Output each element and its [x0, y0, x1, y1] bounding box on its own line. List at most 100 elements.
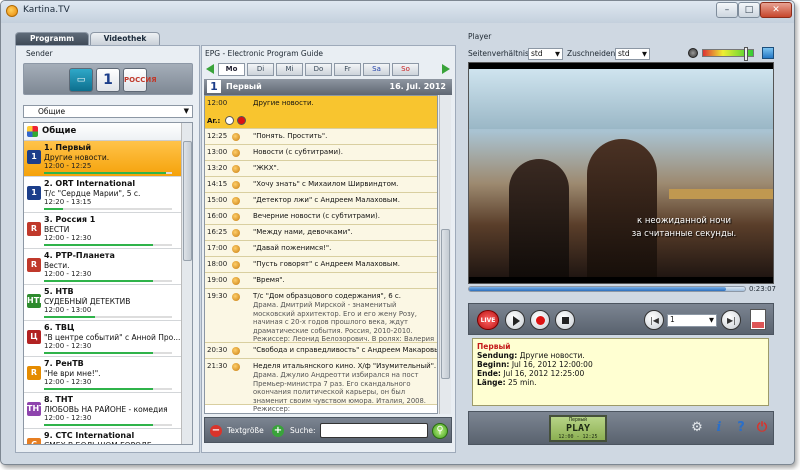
- channel-scrollbar[interactable]: [181, 123, 192, 444]
- live-button[interactable]: LIVE: [477, 310, 499, 330]
- archive-icon[interactable]: [232, 293, 240, 301]
- record-button[interactable]: [530, 310, 550, 330]
- epg-entry[interactable]: 19:30 Т/с "Дом образцового содержания", 6…: [205, 289, 437, 352]
- epg-entry[interactable]: 20:30 "Свобода и справедливость" с Андрее…: [205, 343, 437, 359]
- channel-scroll-thumb[interactable]: [183, 141, 192, 261]
- archive-icon[interactable]: [232, 229, 240, 237]
- archive-icon[interactable]: [232, 197, 240, 205]
- crop-select[interactable]: std ▼: [615, 48, 650, 60]
- channel-item[interactable]: 1 2. ORT International Т/с "Сердце Марии",…: [24, 177, 192, 213]
- seek-bar[interactable]: [468, 286, 746, 292]
- epg-info-icon[interactable]: [750, 309, 766, 330]
- channel-item[interactable]: R 3. Россия 1 ВЕСТИ 12:00 - 12:30: [24, 213, 192, 249]
- aspect-select[interactable]: std ▼: [528, 48, 563, 60]
- video-player[interactable]: к неожиданной ночи за считанные секунды.: [468, 62, 774, 284]
- epg-entry-time: 21:30: [207, 362, 228, 370]
- fullscreen-icon[interactable]: [762, 47, 774, 59]
- previous-button[interactable]: |◀: [644, 310, 664, 330]
- archive-icon[interactable]: [232, 245, 240, 253]
- channel-number-select[interactable]: 1 ▼: [667, 314, 717, 327]
- channel-item[interactable]: R 4. РТР-Планета Вести. 12:00 - 12:30: [24, 249, 192, 285]
- channel-show-time: 12:00 - 12:30: [44, 270, 92, 278]
- channel-logo-icon: R: [27, 258, 41, 272]
- epg-entry-title: "Давай поженимся!".: [253, 244, 332, 252]
- archive-icon[interactable]: [232, 213, 240, 221]
- volume-slider[interactable]: [702, 47, 754, 61]
- gear-icon[interactable]: ⚙: [688, 419, 706, 437]
- tab-videothek[interactable]: Videothek: [90, 32, 160, 45]
- search-icon[interactable]: ⚲: [432, 423, 448, 439]
- day-tab[interactable]: Mi: [276, 63, 303, 76]
- play-icon[interactable]: [225, 116, 234, 125]
- help-icon[interactable]: ?: [732, 419, 750, 437]
- epg-entry[interactable]: 21:30 Неделя итальянского кино. Х/ф "Изум…: [205, 359, 437, 413]
- tab-programm[interactable]: Programm: [15, 32, 89, 45]
- day-tab[interactable]: Di: [247, 63, 274, 76]
- play-button[interactable]: [505, 310, 525, 330]
- epg-entry-time: 12:25: [207, 132, 228, 140]
- archive-icon[interactable]: [232, 363, 240, 371]
- epg-entry[interactable]: 16:00 Вечерние новости (с субтитрами).: [205, 209, 437, 225]
- epg-entry[interactable]: 18:00 "Пусть говорят" с Андреем Малаховым…: [205, 257, 437, 273]
- textsize-decrease-icon[interactable]: −: [210, 425, 222, 437]
- channel-current-show: "В центре событий" с Анной Про...: [44, 333, 180, 342]
- stop-button[interactable]: [555, 310, 575, 330]
- lcd-display: Первый PLAY 12:00 - 12:25: [549, 415, 607, 442]
- tv-channels-icon[interactable]: ▭: [69, 68, 93, 92]
- epg-entry-time: 15:00: [207, 196, 228, 204]
- volume-slider-knob[interactable]: [743, 47, 748, 61]
- channel-item[interactable]: 1 1. Первый Другие новости. 12:00 - 12:25: [24, 141, 192, 177]
- stop-icon: [562, 317, 569, 324]
- archive-icon[interactable]: [232, 261, 240, 269]
- epg-entry[interactable]: 19:00 "Время".: [205, 273, 437, 289]
- epg-entry[interactable]: 12:00 Ar.: Другие новости.: [205, 96, 437, 129]
- minimize-button[interactable]: –: [716, 2, 738, 18]
- next-button[interactable]: ▶|: [721, 310, 741, 330]
- day-tab[interactable]: Do: [305, 63, 332, 76]
- info-icon[interactable]: i: [710, 419, 728, 437]
- next-day-icon[interactable]: [442, 64, 450, 74]
- archive-icon[interactable]: [232, 165, 240, 173]
- channel-item[interactable]: НТВ 5. НТВ СУДЕБНЫЙ ДЕТЕКТИВ 12:00 - 13:00: [24, 285, 192, 321]
- textsize-increase-icon[interactable]: +: [272, 425, 284, 437]
- epg-entry[interactable]: 15:00 "Детектор лжи" с Андреем Малаховым.: [205, 193, 437, 209]
- archive-icon[interactable]: [232, 277, 240, 285]
- epg-entry[interactable]: 13:00 Новости (с субтитрами).: [205, 145, 437, 161]
- archive-icon[interactable]: [232, 347, 240, 355]
- close-button[interactable]: ✕: [760, 2, 792, 18]
- channel-item[interactable]: R 7. РенТВ "Не ври мне!". 12:00 - 12:30: [24, 357, 192, 393]
- epg-entry[interactable]: 12:25 "Понять. Простить".: [205, 129, 437, 145]
- channel-item[interactable]: C9. CTC InternationalСМЕХ В БОЛЬШОМ ГОРО…: [24, 429, 192, 444]
- group-select[interactable]: Общие ▼: [23, 105, 193, 118]
- archive-icon[interactable]: [232, 149, 240, 157]
- day-tab[interactable]: Mo: [218, 63, 245, 76]
- channel-show-time: 12:00 - 13:00: [44, 306, 92, 314]
- day-tab[interactable]: Fr: [334, 63, 361, 76]
- russia-logo-icon[interactable]: РОССИЯ: [123, 68, 157, 92]
- chevron-down-icon: ▼: [555, 50, 560, 58]
- duration-label: 0:23:07: [749, 285, 776, 293]
- archive-icon[interactable]: [232, 181, 240, 189]
- maximize-button[interactable]: □: [738, 2, 760, 18]
- day-tab[interactable]: So: [392, 63, 419, 76]
- channel-item[interactable]: ТНТ 8. ТНТ ЛЮБОВЬ НА РАЙОНЕ - комедия 12:00…: [24, 393, 192, 429]
- power-icon[interactable]: ⏻: [753, 419, 771, 437]
- perviy-logo-icon[interactable]: 1: [96, 68, 120, 92]
- epg-scrollbar[interactable]: [439, 95, 451, 414]
- chevron-down-icon: ▼: [183, 107, 189, 115]
- epg-entry[interactable]: 17:00 "Давай поженимся!".: [205, 241, 437, 257]
- epg-entry[interactable]: 16:25 "Между нами, девочками".: [205, 225, 437, 241]
- speaker-icon[interactable]: [688, 48, 698, 58]
- crop-select-value: std: [618, 49, 630, 58]
- prev-day-icon[interactable]: [206, 64, 214, 74]
- epg-scroll-thumb[interactable]: [441, 229, 450, 379]
- archive-icon[interactable]: [232, 133, 240, 141]
- day-tab[interactable]: Sa: [363, 63, 390, 76]
- channel-item[interactable]: Ц 6. ТВЦ "В центре событий" с Анной Про...…: [24, 321, 192, 357]
- record-icon[interactable]: [237, 116, 246, 125]
- epg-entry[interactable]: 13:20 "ЖКХ".: [205, 161, 437, 177]
- search-input[interactable]: [320, 423, 428, 438]
- epg-entry[interactable]: 14:15 "Хочу знать" с Михаилом Ширвиндтом.: [205, 177, 437, 193]
- app-logo-icon: [6, 5, 18, 17]
- channel-group-header[interactable]: Общие: [24, 123, 192, 141]
